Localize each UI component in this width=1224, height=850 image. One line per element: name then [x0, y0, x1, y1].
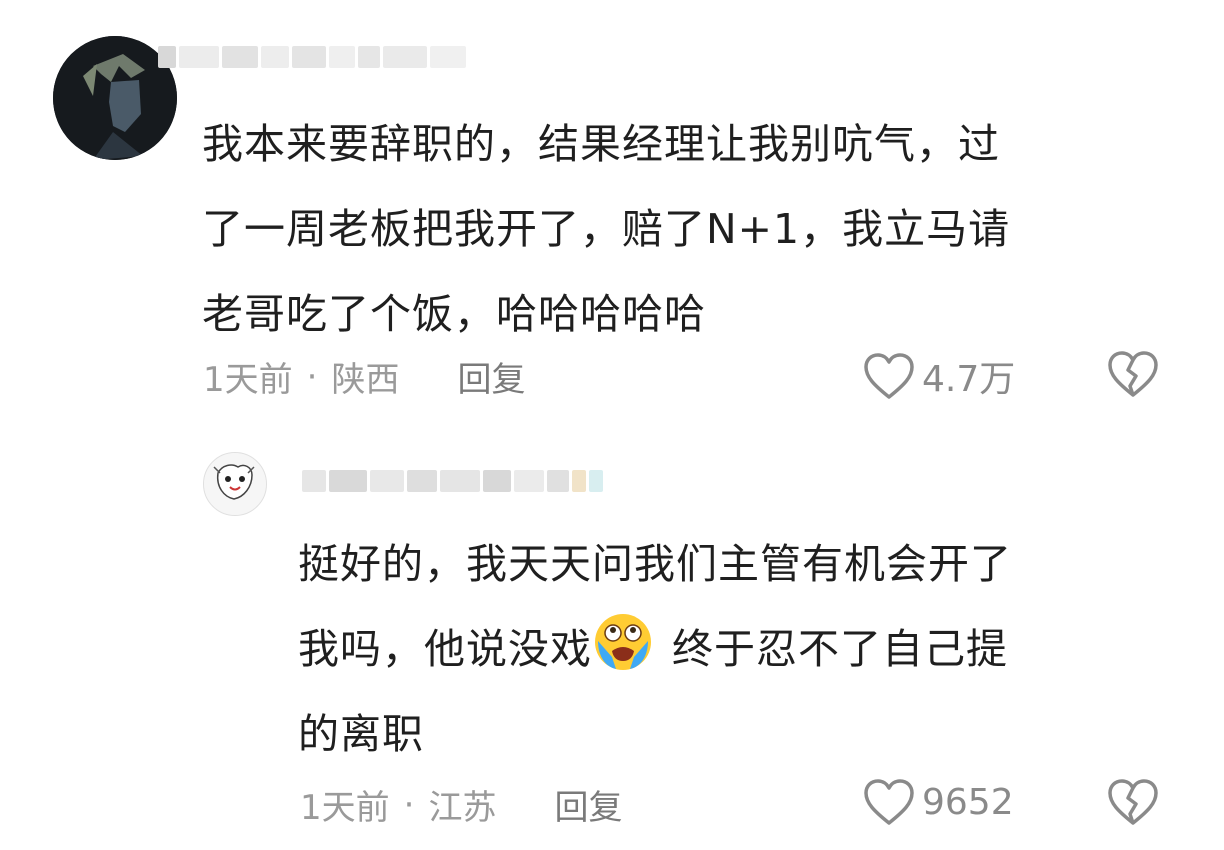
like-count: 4.7万 [922, 359, 1016, 400]
like-button[interactable]: 9652 [862, 778, 1014, 826]
dislike-button[interactable] [1106, 350, 1160, 402]
like-button[interactable]: 4.7万 [862, 350, 1015, 402]
reply-button[interactable]: 回复 [457, 352, 525, 401]
comment-text-segment: 我吗，他说没戏 [298, 625, 592, 673]
comment-time: 1天前 [203, 360, 293, 400]
comment-text-line: 的离职 [298, 710, 424, 758]
comment-meta: 1天前 · 陕西 回复 [203, 352, 525, 401]
comment-text-line: 老哥吃了个饭，哈哈哈哈哈 [202, 290, 706, 338]
broken-heart-icon [1108, 351, 1158, 397]
comment-text: 挺好的，我天天问我们主管有机会开了 我吗，他说没戏 终于忍不了自己提 的离职 [298, 522, 1178, 777]
meta-separator: · [306, 356, 318, 397]
dislike-button[interactable] [1106, 778, 1160, 830]
reply-button[interactable]: 回复 [554, 780, 622, 829]
comment-meta: 1天前 · 江苏 回复 [300, 780, 622, 829]
avatar[interactable] [203, 452, 267, 516]
crying-face-emoji [595, 614, 651, 670]
comment-text-segment: 终于忍不了自己提 [672, 625, 1008, 673]
username-blurred[interactable] [158, 46, 466, 68]
broken-heart-icon [1108, 779, 1158, 825]
comment-text: 我本来要辞职的，结果经理让我别吭气，过 了一周老板把我开了，赔了N+1，我立马请… [202, 102, 1192, 357]
heart-outline-icon [864, 353, 914, 399]
comment-location: 陕西 [331, 360, 400, 400]
meta-separator: · [403, 784, 415, 825]
comment-text-line: 挺好的，我天天问我们主管有机会开了 [298, 540, 1012, 588]
comment-text-line: 我本来要辞职的，结果经理让我别吭气，过 [202, 120, 1000, 168]
comment-time: 1天前 [300, 788, 390, 828]
comment-text-line: 了一周老板把我开了，赔了N+1，我立马请 [202, 205, 1011, 253]
like-count: 9652 [922, 781, 1014, 823]
heart-outline-icon [864, 779, 914, 825]
comment-location: 江苏 [428, 788, 497, 828]
username-blurred[interactable] [302, 470, 603, 492]
comment-text-line: 我吗，他说没戏 终于忍不了自己提 [298, 607, 1178, 692]
